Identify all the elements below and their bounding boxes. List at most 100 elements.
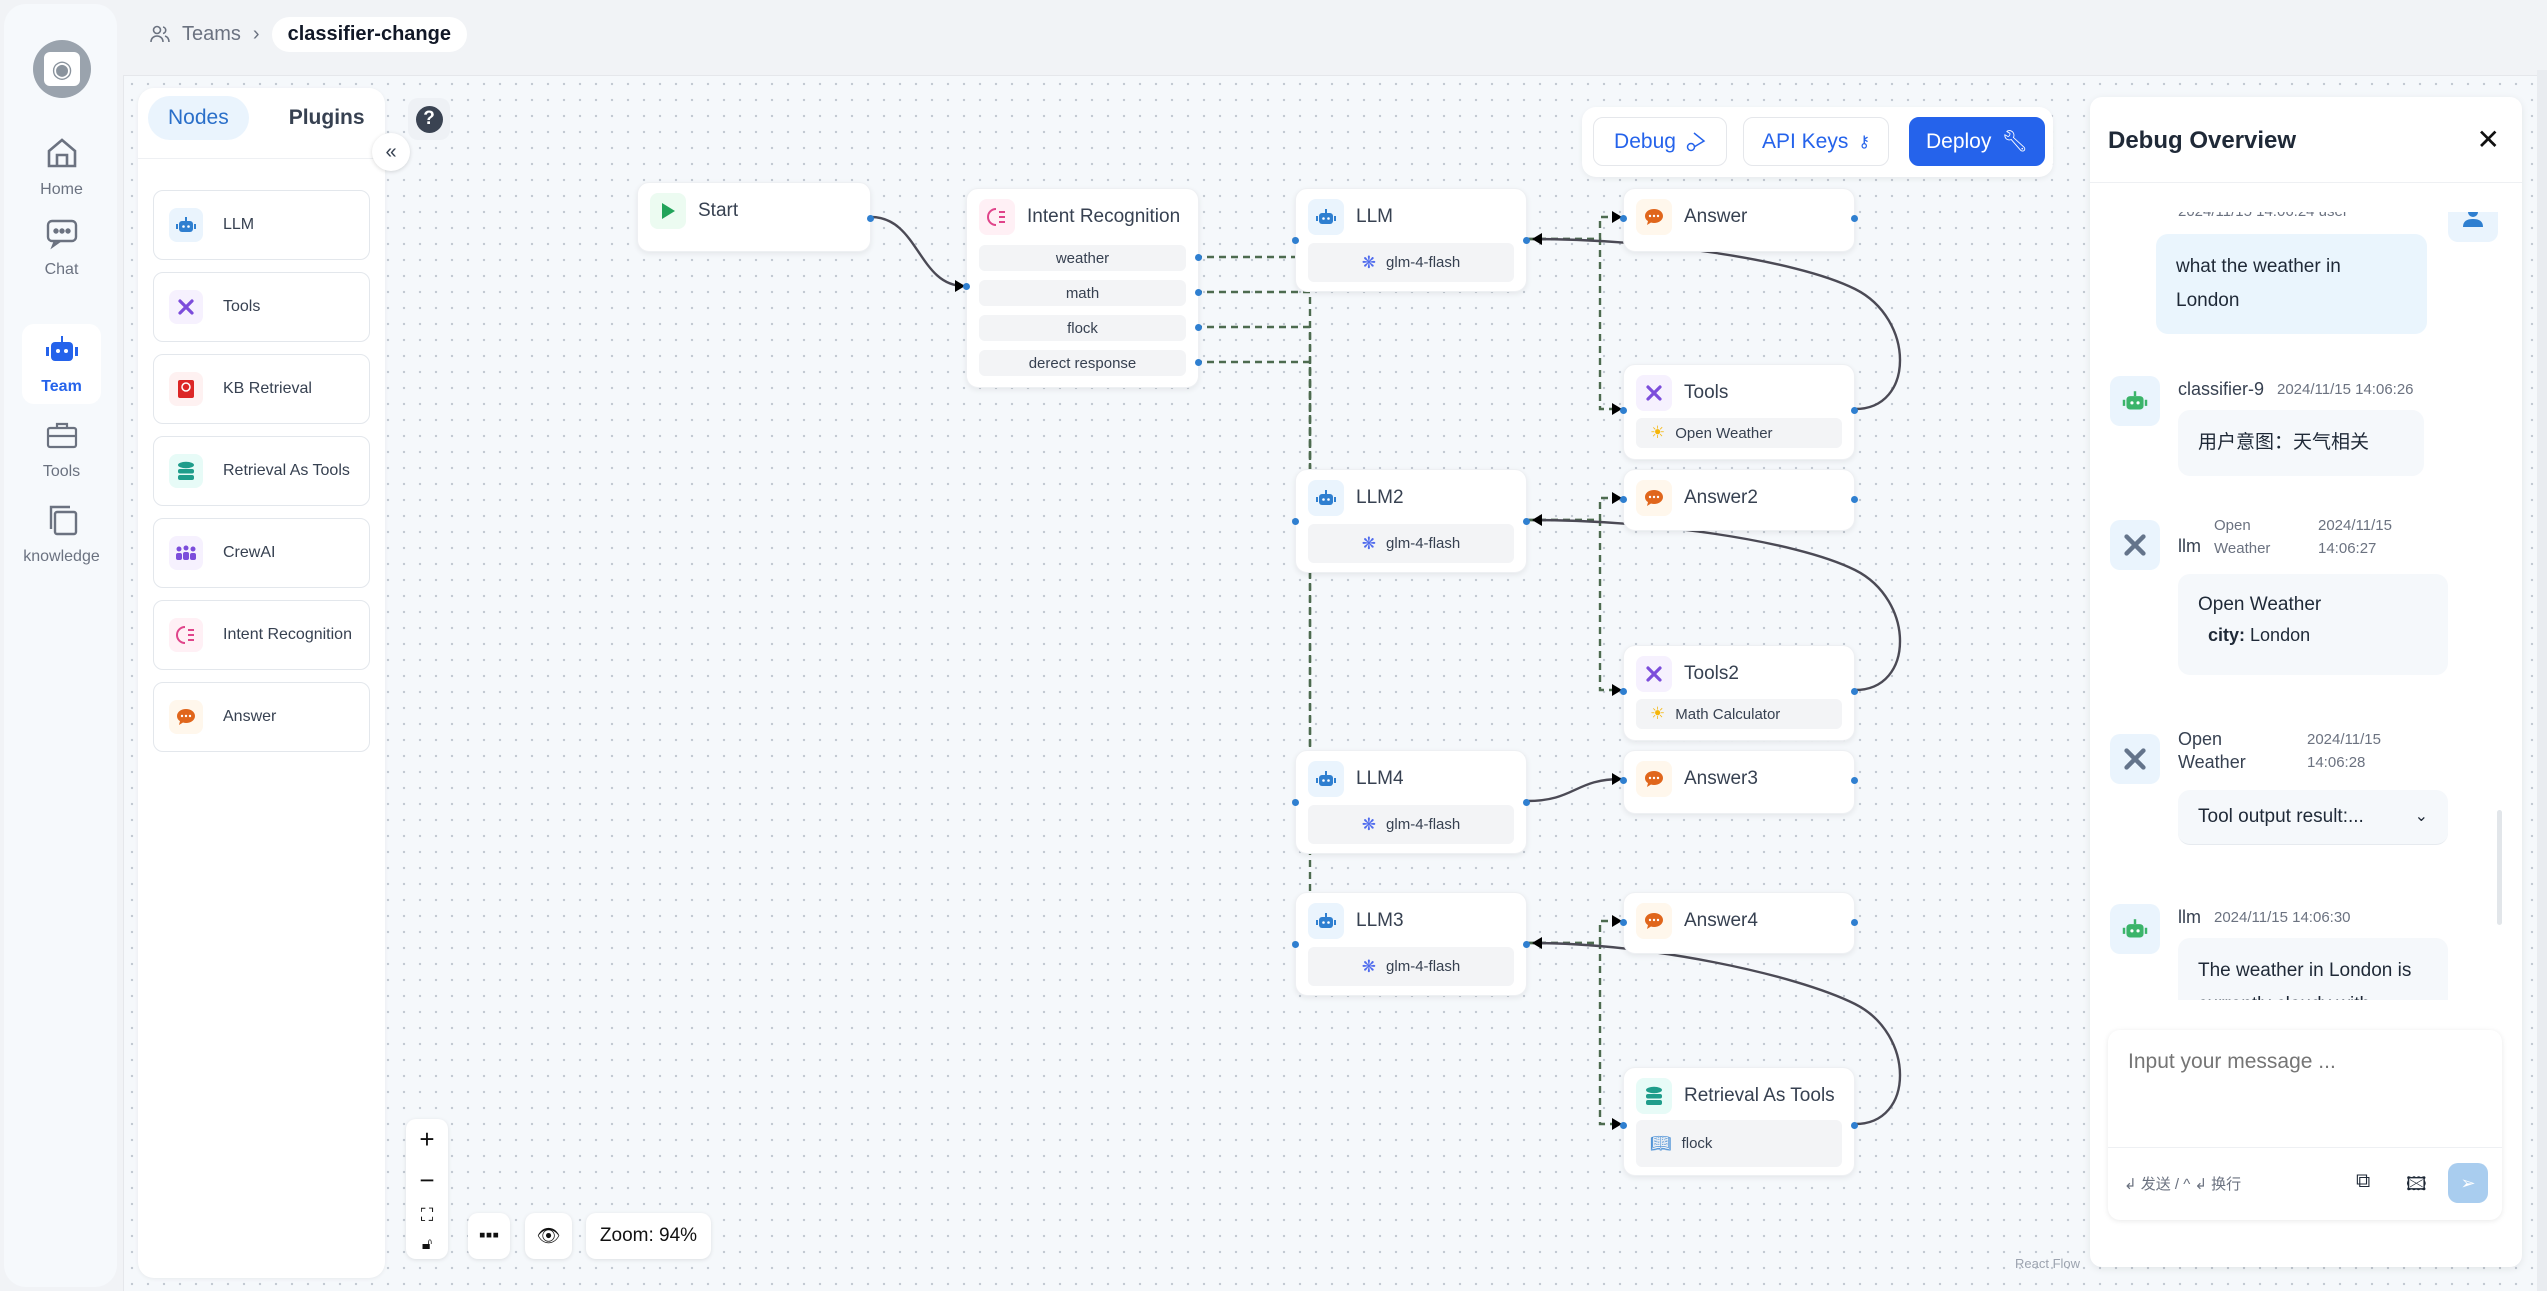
send-button[interactable]: ➢: [2448, 1163, 2488, 1203]
palette-item-kb-retrieval[interactable]: KB Retrieval: [153, 354, 370, 424]
node-llm2[interactable]: LLM2 ❋ glm-4-flash: [1292, 469, 1530, 573]
input-handle[interactable]: [1620, 407, 1627, 414]
node-llm[interactable]: LLM ❋ glm-4-flash: [1292, 188, 1530, 292]
node-answer2[interactable]: Answer2: [1620, 469, 1858, 531]
zoom-out-button[interactable]: −: [419, 1165, 434, 1196]
palette-item-intent-recognition[interactable]: Intent Recognition: [153, 600, 370, 670]
output-handle[interactable]: [1851, 688, 1858, 695]
input-handle[interactable]: [1620, 215, 1627, 222]
zoom-in-button[interactable]: +: [419, 1124, 434, 1155]
output-handle[interactable]: [1851, 777, 1858, 784]
tool-output-dropdown[interactable]: Tool output result:... ⌄: [2178, 790, 2448, 845]
palette-item-tools[interactable]: Tools: [153, 272, 370, 342]
node-rat[interactable]: Retrieval As Tools 📖︎ flock: [1620, 1067, 1858, 1176]
message-time: 2024/11/15 14:06:30: [2214, 909, 2351, 926]
intent-icon: [169, 618, 203, 652]
fit-view-button[interactable]: ⛶: [421, 1205, 434, 1226]
bug-play-icon: [1686, 131, 1706, 151]
palette-item-label: Tools: [223, 298, 261, 315]
nav-item-knowledge[interactable]: knowledge: [22, 494, 101, 574]
node-start[interactable]: Start: [637, 182, 874, 252]
api-keys-label: API Keys: [1761, 129, 1849, 153]
breadcrumb-teams[interactable]: Teams: [182, 23, 241, 46]
output-handle[interactable]: [1195, 254, 1202, 261]
message-input[interactable]: [2108, 1030, 2502, 1146]
tab-plugins[interactable]: Plugins: [269, 96, 385, 140]
palette-item-crewai[interactable]: CrewAI: [153, 518, 370, 588]
tool-output-label: Tool output result:...: [2198, 806, 2364, 827]
output-handle[interactable]: [1195, 289, 1202, 296]
tab-nodes[interactable]: Nodes: [148, 96, 249, 140]
node-header: LLM3: [1308, 903, 1404, 939]
node-answer4[interactable]: Answer4: [1620, 892, 1858, 954]
react-flow-attribution[interactable]: React Flow: [2015, 1256, 2080, 1271]
chat-input-box: ↲ 发送 / ^ ↲ 换行 ⧉ 🖾 ➢: [2108, 1030, 2502, 1220]
robot-icon: [1308, 761, 1344, 797]
collapse-panel-button[interactable]: «: [372, 133, 410, 171]
node-answer3[interactable]: Answer3: [1620, 750, 1858, 814]
output-handle[interactable]: [1851, 1122, 1858, 1129]
input-handle[interactable]: [1292, 518, 1299, 525]
add-file-icon[interactable]: ⧉: [2356, 1170, 2370, 1193]
input-handle[interactable]: [1620, 688, 1627, 695]
nav-item-team[interactable]: Team: [22, 324, 101, 404]
node-llm3[interactable]: LLM3 ❋ glm-4-flash: [1292, 892, 1530, 996]
output-handle[interactable]: [1851, 407, 1858, 414]
input-handle[interactable]: [1620, 1122, 1627, 1129]
input-handle[interactable]: [1292, 941, 1299, 948]
node-detail-label: Open Weather: [1675, 424, 1773, 442]
breadcrumb-separator: ›: [252, 22, 260, 45]
output-handle[interactable]: [1851, 496, 1858, 503]
nav-item-home[interactable]: Home: [22, 127, 101, 207]
output-handle[interactable]: [1523, 941, 1530, 948]
node-title: Answer4: [1684, 910, 1758, 931]
visibility-toggle-button[interactable]: 👁︎: [525, 1213, 572, 1259]
nav-item-chat[interactable]: Chat: [22, 207, 101, 287]
node-title: Answer3: [1684, 768, 1758, 789]
node-tools[interactable]: Tools ☀ Open Weather: [1620, 364, 1858, 460]
nav-item-tools[interactable]: Tools: [22, 409, 101, 489]
output-handle[interactable]: [1523, 799, 1530, 806]
node-answer[interactable]: Answer: [1620, 188, 1858, 252]
input-handle[interactable]: [1620, 777, 1627, 784]
deploy-button[interactable]: Deploy 🔧︎: [1909, 117, 2045, 166]
close-icon[interactable]: ✕: [2477, 123, 2500, 156]
minimap-toggle-button[interactable]: ▪▪▪: [468, 1213, 510, 1259]
message-list[interactable]: 2024/11/15 14:06:24 user what the weather…: [2090, 212, 2522, 1000]
intent-option: derect response: [979, 350, 1186, 376]
input-handle[interactable]: [1292, 237, 1299, 244]
node-tools2[interactable]: Tools2 ☀ Math Calculator: [1620, 645, 1858, 741]
input-handle[interactable]: [1292, 799, 1299, 806]
eye-icon: 👁︎: [536, 1226, 561, 1247]
output-handle[interactable]: [1851, 919, 1858, 926]
scrollbar[interactable]: [2497, 810, 2502, 925]
input-handle[interactable]: [1620, 919, 1627, 926]
palette-item-retrieval-as-tools[interactable]: Retrieval As Tools: [153, 436, 370, 506]
palette-item-label: Retrieval As Tools: [223, 462, 350, 479]
help-button[interactable]: ?: [408, 98, 450, 140]
github-logo[interactable]: ◉: [33, 40, 91, 98]
node-llm4[interactable]: LLM4 ❋ glm-4-flash: [1292, 750, 1530, 854]
debug-button[interactable]: Debug: [1593, 117, 1727, 166]
api-keys-button[interactable]: API Keys ⚷: [1743, 117, 1889, 166]
add-image-icon[interactable]: 🖾: [2406, 1170, 2427, 1202]
node-intent[interactable]: Intent Recognition weather math flock derect…: [963, 188, 1202, 388]
output-handle[interactable]: [1195, 359, 1202, 366]
palette-item-llm[interactable]: LLM: [153, 190, 370, 260]
input-handle[interactable]: [963, 283, 970, 290]
node-header: Tools: [1636, 375, 1728, 411]
palette-item-label: LLM: [223, 216, 255, 233]
node-title: Tools: [1684, 382, 1729, 403]
output-handle[interactable]: [1523, 518, 1530, 525]
output-handle[interactable]: [1851, 215, 1858, 222]
palette-item-answer[interactable]: Answer: [153, 682, 370, 752]
lock-button[interactable]: 🔓︎: [422, 1236, 432, 1254]
node-title: Tools2: [1684, 663, 1739, 684]
output-handle[interactable]: [867, 215, 874, 222]
output-handle[interactable]: [1195, 324, 1202, 331]
robot-icon: [169, 208, 203, 242]
input-handle[interactable]: [1620, 496, 1627, 503]
answer-icon: [1636, 480, 1672, 516]
output-handle[interactable]: [1523, 237, 1530, 244]
agent-message: 用户意图：天气相关: [2178, 410, 2424, 476]
